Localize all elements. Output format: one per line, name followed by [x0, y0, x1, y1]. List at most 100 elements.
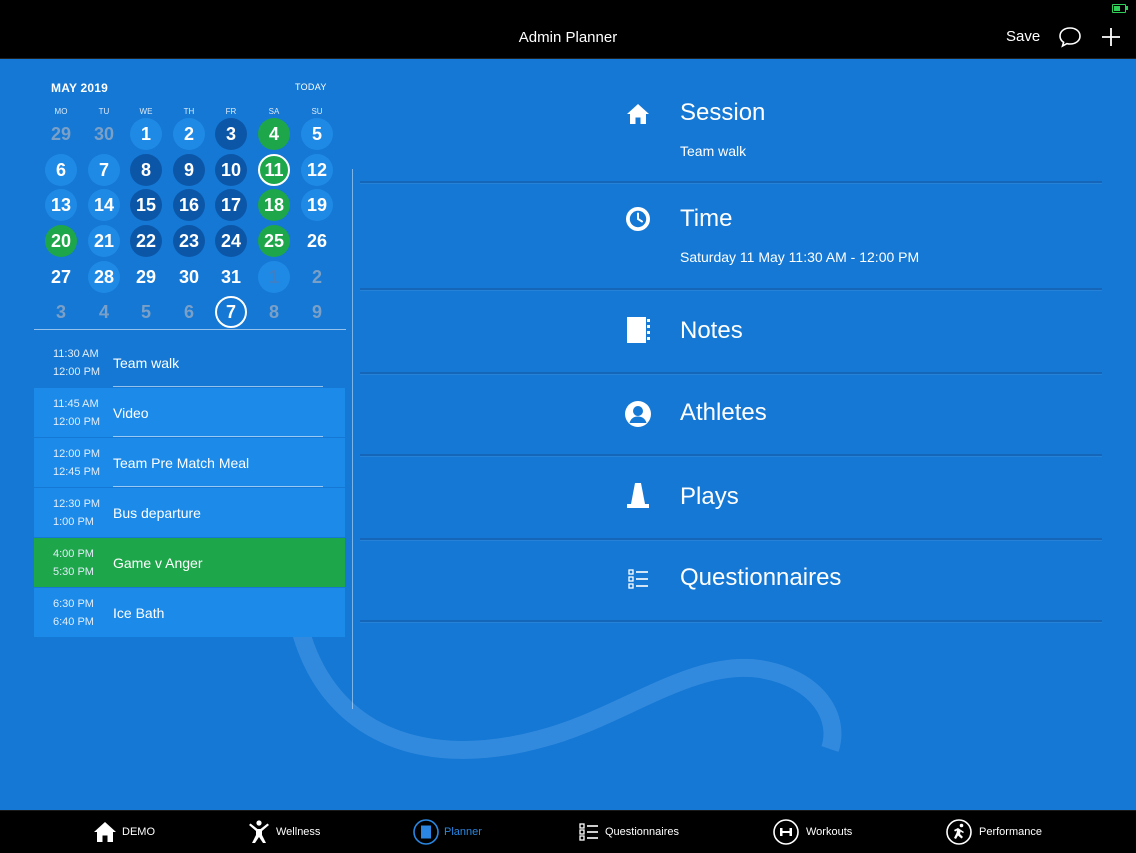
session-row[interactable]: Session Team walk	[360, 84, 1102, 183]
calendar-day-today[interactable]: 7	[215, 296, 247, 328]
tab-wellness[interactable]: Wellness	[244, 811, 334, 853]
weekday-label: FR	[225, 107, 237, 116]
calendar-day[interactable]: 1	[258, 261, 290, 293]
event-item[interactable]: 4:00 PM 5:30 PM Game v Anger	[34, 538, 345, 587]
person-jumping-icon	[249, 820, 269, 843]
event-item[interactable]: 11:30 AM 12:00 PM Team walk	[34, 338, 345, 387]
clock-icon	[626, 207, 650, 231]
chat-bubble-icon[interactable]	[1058, 26, 1082, 48]
calendar-day[interactable]: 6	[173, 296, 205, 328]
notes-row[interactable]: Notes	[360, 290, 1102, 374]
calendar-day[interactable]: 14	[88, 189, 120, 221]
checklist-icon	[579, 823, 598, 841]
calendar-day[interactable]: 19	[301, 189, 333, 221]
calendar-day[interactable]: 3	[215, 118, 247, 150]
calendar-day[interactable]: 9	[301, 296, 333, 328]
calendar-day[interactable]: 5	[130, 296, 162, 328]
weekday-label: SA	[268, 107, 280, 116]
calendar-day[interactable]: 20	[45, 225, 77, 257]
calendar-day[interactable]: 17	[215, 189, 247, 221]
person-icon	[625, 401, 651, 427]
calendar-day[interactable]: 31	[215, 261, 247, 293]
event-end-time: 1:00 PM	[53, 516, 94, 528]
weekday-label: MO	[54, 107, 68, 116]
calendar-divider	[34, 329, 346, 330]
save-button[interactable]: Save	[1006, 28, 1040, 45]
calendar-day[interactable]: 26	[301, 225, 333, 257]
calendar-day[interactable]: 4	[88, 296, 120, 328]
calendar-day[interactable]: 9	[173, 154, 205, 186]
calendar-day[interactable]: 1	[130, 118, 162, 150]
tab-label: Questionnaires	[605, 826, 679, 838]
event-item[interactable]: 12:00 PM 12:45 PM Team Pre Match Meal	[34, 438, 345, 487]
calendar-day[interactable]: 29	[45, 118, 77, 150]
calendar-day[interactable]: 2	[173, 118, 205, 150]
tab-label: Performance	[979, 826, 1042, 838]
calendar-day[interactable]: 5	[301, 118, 333, 150]
tab-demo[interactable]: DEMO	[90, 811, 170, 853]
weekday-label: WE	[139, 107, 153, 116]
calendar-day[interactable]: 30	[88, 118, 120, 150]
tab-label: Wellness	[276, 826, 321, 838]
time-value: Saturday 11 May 11:30 AM - 12:00 PM	[680, 249, 920, 265]
calendar-day[interactable]: 10	[215, 154, 247, 186]
calendar-day[interactable]: 25	[258, 225, 290, 257]
calendar-day[interactable]: 8	[258, 296, 290, 328]
calendar-day[interactable]: 6	[45, 154, 77, 186]
event-title: Ice Bath	[113, 605, 165, 621]
event-title: Video	[113, 405, 149, 421]
calendar-day[interactable]: 18	[258, 189, 290, 221]
event-end-time: 12:45 PM	[53, 466, 101, 478]
calendar-day[interactable]: 8	[130, 154, 162, 186]
event-item[interactable]: 6:30 PM 6:40 PM Ice Bath	[34, 588, 345, 637]
questionnaires-row[interactable]: Questionnaires	[360, 540, 1102, 622]
session-value: Team walk	[680, 143, 747, 159]
event-item[interactable]: 12:30 PM 1:00 PM Bus departure	[34, 488, 345, 537]
tab-planner[interactable]: Planner	[411, 811, 501, 853]
calendar-day[interactable]: 3	[45, 296, 77, 328]
calendar-day[interactable]: 12	[301, 154, 333, 186]
planner-icon	[413, 819, 439, 845]
weekday-label: TH	[183, 107, 195, 116]
plus-icon[interactable]	[1100, 26, 1122, 48]
home-icon	[627, 104, 649, 124]
notebook-icon	[627, 317, 650, 343]
event-start-time: 12:00 PM	[53, 448, 101, 460]
event-title: Team Pre Match Meal	[113, 455, 250, 471]
calendar-day[interactable]: 2	[301, 261, 333, 293]
calendar-day-selected[interactable]: 11	[258, 154, 290, 186]
calendar-day[interactable]: 28	[88, 261, 120, 293]
calendar-day[interactable]: 7	[88, 154, 120, 186]
bottom-tab-bar: DEMO Wellness Planner Questionnaires Wor…	[0, 810, 1136, 853]
calendar-day[interactable]: 29	[130, 261, 162, 293]
calendar-day[interactable]: 30	[173, 261, 205, 293]
questionnaires-label: Questionnaires	[680, 564, 842, 591]
session-label: Session	[680, 99, 766, 126]
tab-performance[interactable]: Performance	[944, 811, 1054, 853]
panel-divider	[352, 169, 353, 709]
athletes-row[interactable]: Athletes	[360, 374, 1102, 456]
today-button[interactable]: TODAY	[295, 82, 327, 92]
calendar-day[interactable]: 24	[215, 225, 247, 257]
event-end-time: 12:00 PM	[53, 416, 101, 428]
calendar-day[interactable]: 15	[130, 189, 162, 221]
tab-label: DEMO	[122, 826, 155, 838]
tab-questionnaires[interactable]: Questionnaires	[576, 811, 696, 853]
event-item[interactable]: 11:45 AM 12:00 PM Video	[34, 388, 345, 437]
calendar-day[interactable]: 27	[45, 261, 77, 293]
page-title: Admin Planner	[518, 29, 618, 46]
event-title: Bus departure	[113, 505, 201, 521]
event-start-time: 6:30 PM	[53, 598, 94, 610]
calendar-day[interactable]: 23	[173, 225, 205, 257]
plays-row[interactable]: Plays	[360, 456, 1102, 540]
calendar-day[interactable]: 13	[45, 189, 77, 221]
calendar-day[interactable]: 4	[258, 118, 290, 150]
tab-workouts[interactable]: Workouts	[771, 811, 871, 853]
event-start-time: 12:30 PM	[53, 498, 101, 510]
event-start-time: 4:00 PM	[53, 548, 94, 560]
calendar-day[interactable]: 22	[130, 225, 162, 257]
time-row[interactable]: Time Saturday 11 May 11:30 AM - 12:00 PM	[360, 183, 1102, 290]
calendar-day[interactable]: 21	[88, 225, 120, 257]
planner-main: MAY 2019 TODAY MO TU WE TH FR SA SU 29 3…	[0, 59, 1136, 810]
calendar-day[interactable]: 16	[173, 189, 205, 221]
